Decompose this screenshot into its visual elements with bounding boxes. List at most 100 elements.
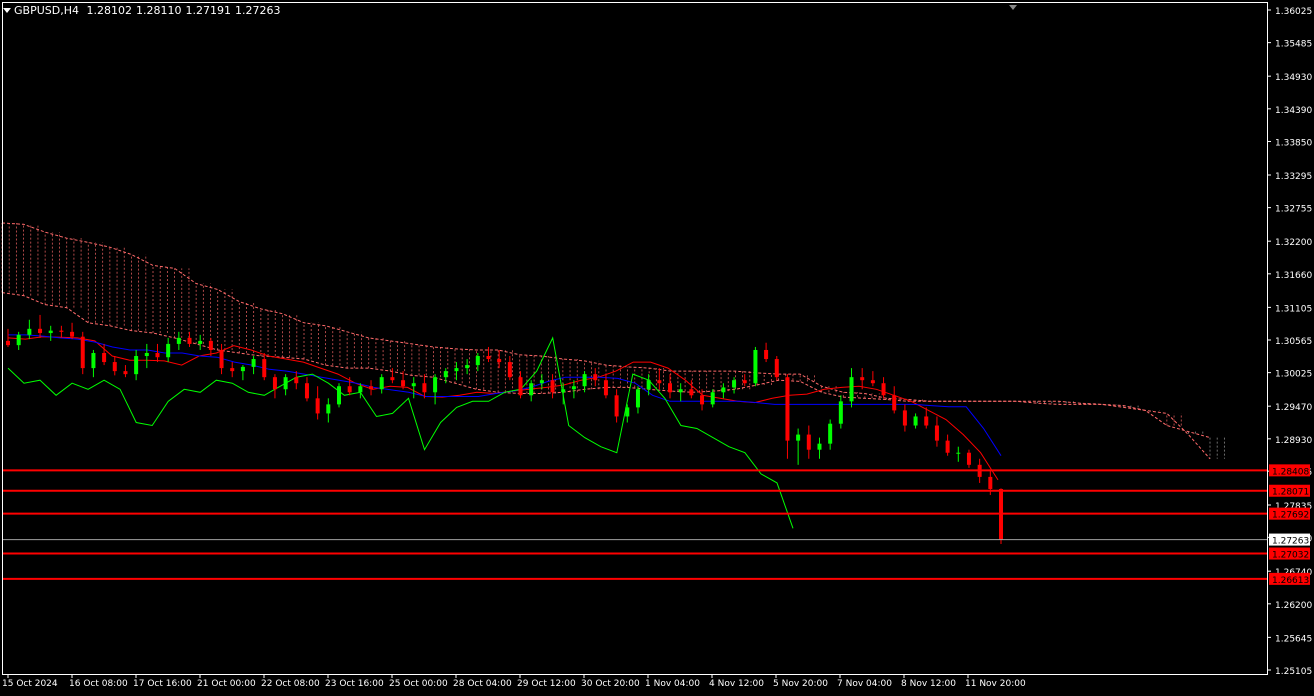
price-tick-label: 1.25645 bbox=[1275, 634, 1312, 644]
candle-body bbox=[38, 328, 43, 334]
candle-body bbox=[796, 434, 801, 441]
candle-body bbox=[774, 359, 779, 378]
price-tick-label: 1.32755 bbox=[1275, 205, 1312, 215]
candle-body bbox=[134, 356, 139, 375]
time-tick-label: 1 Nov 04:00 bbox=[645, 679, 700, 689]
price-tick-label: 1.33295 bbox=[1275, 172, 1312, 182]
candle-body bbox=[411, 383, 416, 387]
candle-body bbox=[358, 386, 363, 393]
candle-body bbox=[806, 434, 811, 450]
candle-body bbox=[326, 404, 331, 414]
candle-body bbox=[251, 359, 256, 367]
time-tick-label: 11 Nov 20:00 bbox=[965, 679, 1026, 689]
candle-body bbox=[988, 476, 993, 489]
candle-body bbox=[123, 371, 128, 375]
candle-body bbox=[347, 386, 352, 393]
candle-body bbox=[817, 443, 822, 450]
high-value: 1.28110 bbox=[135, 4, 182, 17]
candle-body bbox=[443, 371, 448, 378]
candle-body bbox=[753, 349, 758, 384]
candle-body bbox=[294, 377, 299, 384]
chart-background bbox=[0, 0, 1314, 696]
candle-body bbox=[838, 401, 843, 424]
time-tick-label: 8 Nov 12:00 bbox=[901, 679, 956, 689]
candle-body bbox=[668, 383, 672, 393]
candle-body bbox=[849, 377, 854, 402]
close-value: 1.27263 bbox=[234, 4, 281, 17]
price-chart[interactable]: 1.36025 1.35485 1.34930 1.34390 1.33850 1.332… bbox=[0, 0, 1314, 696]
candle-body bbox=[486, 356, 491, 360]
candle-body bbox=[646, 380, 651, 390]
candle-body bbox=[465, 365, 470, 369]
candle-body bbox=[881, 383, 886, 396]
candle-body bbox=[272, 377, 277, 390]
candle-body bbox=[710, 392, 715, 405]
open-value: 1.28102 bbox=[86, 4, 132, 17]
candle-body bbox=[678, 389, 683, 393]
candle-body bbox=[337, 386, 341, 405]
price-tick-label: 1.30565 bbox=[1275, 337, 1312, 347]
candle-body bbox=[945, 440, 950, 453]
time-tick-label: 23 Oct 16:00 bbox=[325, 679, 384, 689]
candle-body bbox=[369, 386, 374, 390]
candle-body bbox=[870, 380, 875, 384]
candle-body bbox=[550, 380, 555, 393]
price-tick-label: 1.33850 bbox=[1275, 138, 1312, 148]
price-level-label: 1.27032 bbox=[1272, 551, 1309, 561]
candle-body bbox=[176, 337, 181, 344]
candle-body bbox=[924, 416, 929, 426]
candle-body bbox=[603, 380, 608, 396]
time-tick-label: 28 Oct 04:00 bbox=[453, 679, 512, 689]
price-tick-label: 1.35485 bbox=[1275, 40, 1312, 50]
candle-body bbox=[657, 380, 662, 384]
candle-body bbox=[230, 368, 235, 372]
candle-body bbox=[166, 343, 171, 358]
price-level-label: 1.28408 bbox=[1272, 467, 1309, 477]
price-tick-label: 1.30025 bbox=[1275, 370, 1312, 380]
candle-body bbox=[187, 337, 192, 344]
candle-body bbox=[240, 366, 245, 372]
candle-body bbox=[539, 380, 544, 384]
candle-body bbox=[144, 352, 149, 357]
price-tick-label: 1.31105 bbox=[1275, 304, 1312, 314]
candle-body bbox=[507, 362, 512, 378]
candle-body bbox=[742, 380, 747, 384]
candle-body bbox=[614, 395, 619, 417]
candle-body bbox=[6, 340, 10, 346]
price-tick-label: 1.32200 bbox=[1275, 238, 1312, 248]
price-tick-label: 1.36025 bbox=[1275, 7, 1312, 17]
time-tick-label: 17 Oct 16:00 bbox=[133, 679, 192, 689]
price-level-label: 1.28071 bbox=[1272, 488, 1309, 498]
time-tick-label: 21 Oct 00:00 bbox=[197, 679, 256, 689]
candle-body bbox=[262, 359, 267, 378]
candle-body bbox=[27, 328, 32, 335]
candle-body bbox=[454, 368, 459, 372]
candle-body bbox=[966, 452, 971, 465]
candle-body bbox=[283, 377, 288, 390]
candle-body bbox=[475, 356, 480, 366]
candle-body bbox=[529, 383, 534, 396]
price-tick-label: 1.34390 bbox=[1275, 106, 1312, 116]
current-price-label: 1.27263 bbox=[1272, 537, 1309, 547]
symbol-label: GBPUSD,H4 bbox=[14, 4, 79, 17]
candle-body bbox=[764, 349, 769, 360]
price-tick-label: 1.34930 bbox=[1275, 73, 1312, 83]
candle-body bbox=[198, 340, 203, 344]
candle-body bbox=[155, 352, 160, 358]
price-level-label: 1.27692 bbox=[1272, 511, 1309, 521]
dropdown-triangle-icon[interactable] bbox=[3, 8, 11, 13]
candle-body bbox=[80, 336, 85, 369]
candle-body bbox=[721, 387, 726, 393]
time-tick-label: 7 Nov 04:00 bbox=[837, 679, 892, 689]
candle-body bbox=[571, 386, 576, 390]
time-tick-label: 29 Oct 12:00 bbox=[517, 679, 576, 689]
time-tick-label: 4 Nov 12:00 bbox=[709, 679, 764, 689]
price-tick-label: 1.26200 bbox=[1275, 601, 1312, 611]
candle-body bbox=[497, 359, 502, 363]
candle-body bbox=[902, 410, 907, 426]
candle-body bbox=[700, 395, 705, 405]
price-tick-label: 1.25105 bbox=[1275, 667, 1312, 677]
candle-body bbox=[689, 389, 694, 396]
candle-body bbox=[892, 395, 897, 411]
chart-header: GBPUSD,H4 1.28102 1.28110 1.27191 1.27263 bbox=[3, 4, 284, 17]
